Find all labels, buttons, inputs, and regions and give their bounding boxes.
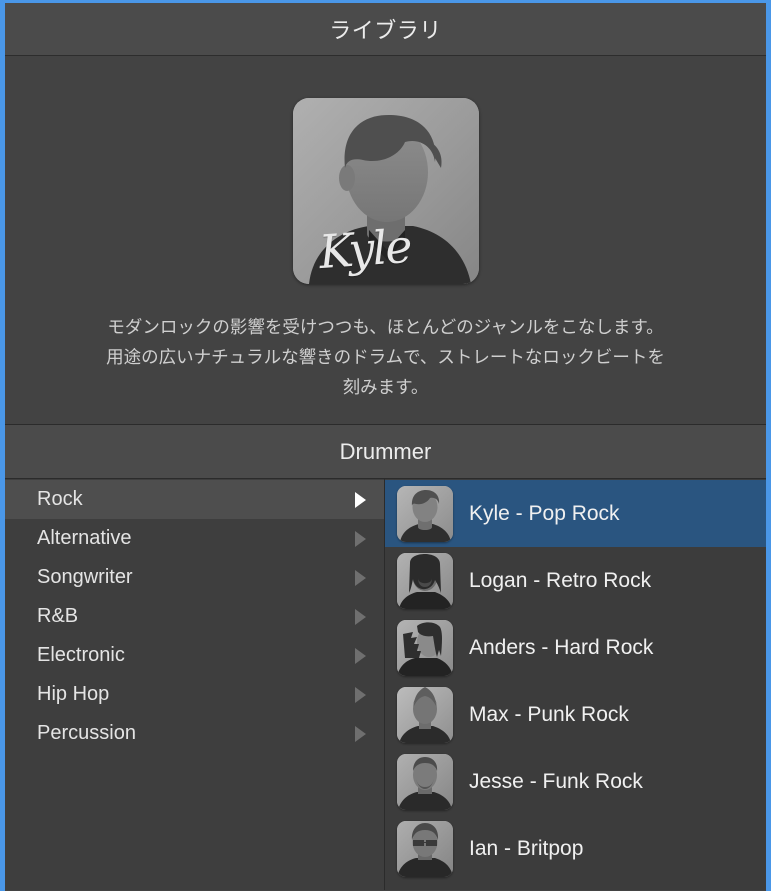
chevron-right-icon [355,648,366,664]
category-label: R&B [37,605,355,628]
category-item-alternative[interactable]: Alternative [5,519,384,558]
chevron-right-icon [355,609,366,625]
patch-label: Max - Punk Rock [469,703,629,727]
category-item-electronic[interactable]: Electronic [5,636,384,675]
patch-item-jesse-funk-rock[interactable]: Jesse - Funk Rock [385,748,766,815]
category-label: Hip Hop [37,683,355,706]
patch-item-max-punk-rock[interactable]: Max - Punk Rock [385,681,766,748]
patch-list[interactable]: Kyle - Pop Rock Logan - Retro R [385,479,766,890]
patch-item-logan-retro-rock[interactable]: Logan - Retro Rock [385,547,766,614]
patch-item-anders-hard-rock[interactable]: Anders - Hard Rock [385,614,766,681]
kyle-avatar [397,486,453,542]
chevron-right-icon [355,492,366,508]
chevron-right-icon [355,531,366,547]
jesse-avatar [397,754,453,810]
category-item-rnb[interactable]: R&B [5,597,384,636]
category-item-songwriter[interactable]: Songwriter [5,558,384,597]
window-titlebar: ライブラリ [5,3,766,56]
logan-avatar [397,553,453,609]
instrument-description: モダンロックの影響を受けつつも、ほとんどのジャンルをこなします。用途の広いナチュ… [106,312,666,402]
kyle-portrait-artwork: Kyle [293,98,479,284]
patch-item-ian-britpop[interactable]: Ian - Britpop [385,815,766,882]
patch-label: Anders - Hard Rock [469,636,653,660]
category-label: Electronic [37,644,355,667]
category-label: Percussion [37,722,355,745]
category-item-rock[interactable]: Rock [5,480,384,519]
browser-panes: Rock Alternative Songwriter R&B Electron… [5,479,766,890]
max-avatar [397,687,453,743]
category-label: Alternative [37,527,355,550]
ian-avatar [397,821,453,877]
category-list[interactable]: Rock Alternative Songwriter R&B Electron… [5,479,385,890]
category-item-percussion[interactable]: Percussion [5,714,384,753]
section-header: Drummer [5,425,766,479]
window-title: ライブラリ [329,13,442,45]
chevron-right-icon [355,570,366,586]
library-window: ライブラリ [0,0,771,891]
section-title: Drummer [340,439,432,465]
category-item-hip-hop[interactable]: Hip Hop [5,675,384,714]
chevron-right-icon [355,687,366,703]
patch-label: Ian - Britpop [469,837,583,861]
patch-label: Logan - Retro Rock [469,569,651,593]
patch-label: Jesse - Funk Rock [469,770,643,794]
category-label: Songwriter [37,566,355,589]
anders-avatar [397,620,453,676]
chevron-right-icon [355,726,366,742]
patch-label: Kyle - Pop Rock [469,502,620,526]
patch-item-kyle-pop-rock[interactable]: Kyle - Pop Rock [385,480,766,547]
artwork-signature: Kyle [317,223,411,275]
category-label: Rock [37,488,355,511]
preview-panel: Kyle モダンロックの影響を受けつつも、ほとんどのジャンルをこなします。用途の… [5,56,766,425]
